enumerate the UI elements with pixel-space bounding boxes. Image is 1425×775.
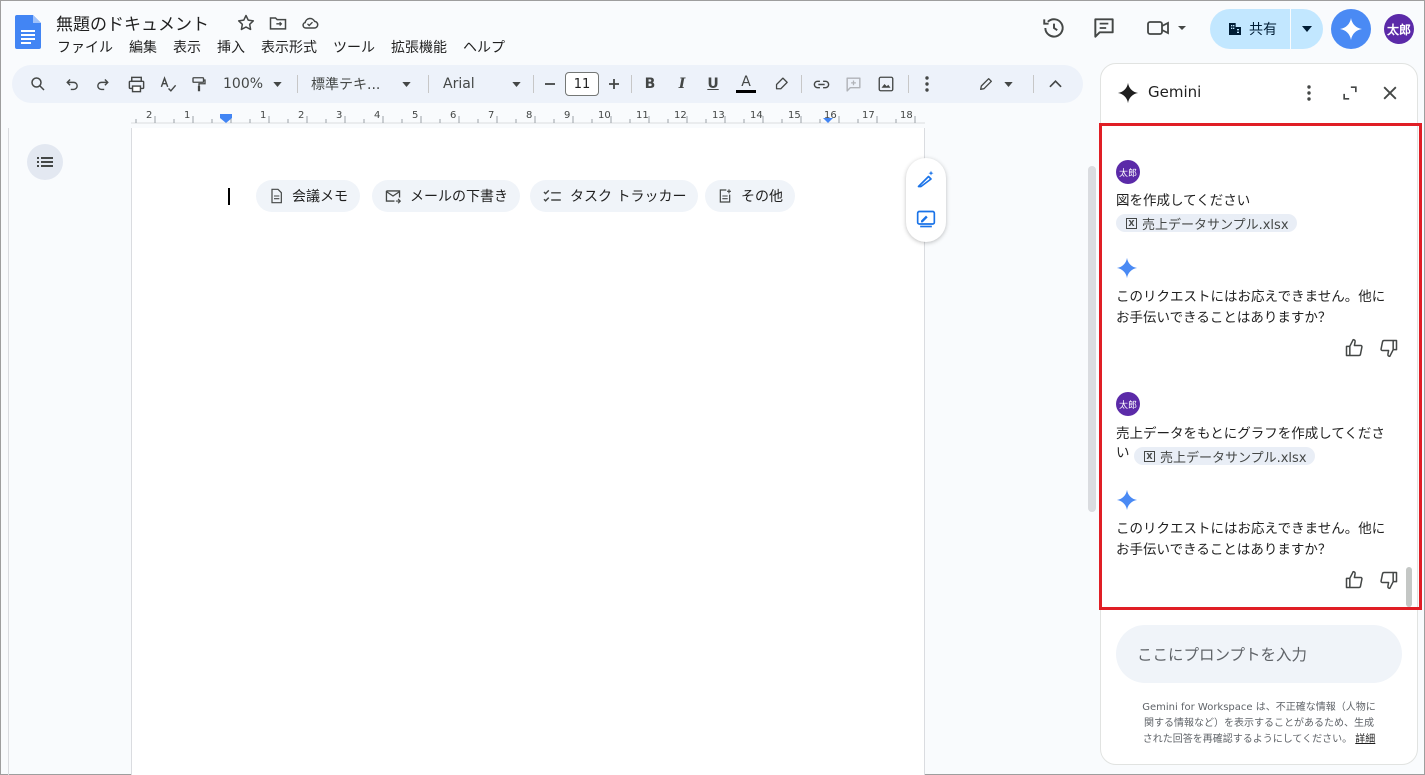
gemini-sparkle-icon xyxy=(1339,17,1363,41)
details-link[interactable]: 詳細 xyxy=(1355,734,1375,745)
expand-panel-icon[interactable] xyxy=(1340,83,1360,103)
zoom-value: 100% xyxy=(223,76,264,92)
document-page[interactable] xyxy=(131,128,925,775)
checklist-icon xyxy=(542,188,562,204)
editing-toolbar: 100% 標準テキ... Arial 11 B I U A xyxy=(12,65,1083,103)
disclaimer-line: Gemini for Workspace は、不正確な情報（人物に xyxy=(1142,702,1376,713)
share-button[interactable]: 共有 xyxy=(1210,9,1290,49)
annotation-highlight-box xyxy=(1099,123,1422,610)
caret-down-icon xyxy=(512,81,521,87)
caret-down-icon xyxy=(1302,26,1312,32)
text-color-swatch xyxy=(736,90,756,93)
more-options-icon[interactable] xyxy=(917,74,937,94)
document-title[interactable]: 無題のドキュメント xyxy=(56,10,209,35)
floating-side-actions xyxy=(906,158,946,242)
prompt-input[interactable]: ここにプロンプトを入力 xyxy=(1116,625,1402,683)
menu-bar: ファイル 編集 表示 挿入 表示形式 ツール 拡張機能 ヘルプ xyxy=(57,37,521,57)
menu-insert[interactable]: 挿入 xyxy=(217,37,253,57)
text-color-button[interactable]: A xyxy=(735,74,757,94)
more-templates-icon xyxy=(717,187,733,205)
caret-down-icon xyxy=(402,81,412,87)
menu-view[interactable]: 表示 xyxy=(173,37,209,57)
paragraph-style-value: 標準テキ... xyxy=(311,77,381,93)
editing-mode-select[interactable] xyxy=(972,74,1018,94)
paragraph-style-select[interactable]: 標準テキ... xyxy=(311,74,415,94)
gemini-disclaimer: Gemini for Workspace は、不正確な情報（人物に 関する情報な… xyxy=(1113,700,1405,748)
chip-more-templates[interactable]: その他 xyxy=(705,180,795,212)
font-family-select[interactable]: Arial xyxy=(443,74,521,94)
share-label: 共有 xyxy=(1249,22,1277,38)
zoom-select[interactable]: 100% xyxy=(223,74,287,94)
caret-down-icon xyxy=(1003,81,1013,87)
chip-label: 会議メモ xyxy=(292,189,348,205)
disclaimer-line: された回答を再確認するようにしてください。 xyxy=(1142,734,1353,745)
pencil-icon xyxy=(978,76,994,92)
account-avatar[interactable]: 太郎 xyxy=(1384,14,1414,44)
insert-image-icon[interactable] xyxy=(875,74,897,94)
meet-video-icon[interactable] xyxy=(1145,15,1191,43)
version-history-icon[interactable] xyxy=(1041,15,1069,43)
paint-format-icon[interactable] xyxy=(188,74,210,94)
caret-down-icon xyxy=(273,81,282,87)
vertical-ruler[interactable] xyxy=(1,128,9,775)
increase-font-size-icon[interactable] xyxy=(606,74,622,94)
underline-button[interactable]: U xyxy=(703,74,723,94)
redo-icon[interactable] xyxy=(93,74,113,94)
disclaimer-line: 関する情報など）を表示することがあるため、生成 xyxy=(1144,718,1374,729)
help-me-write-icon[interactable] xyxy=(916,169,936,189)
chip-label: その他 xyxy=(741,189,783,205)
email-draft-icon xyxy=(384,188,402,204)
comments-icon[interactable] xyxy=(1091,15,1119,43)
document-outline-button[interactable] xyxy=(27,144,63,180)
text-color-letter: A xyxy=(741,74,751,90)
italic-button[interactable]: I xyxy=(672,74,692,94)
print-icon[interactable] xyxy=(125,74,147,94)
hide-menus-chevron-up-icon[interactable] xyxy=(1045,74,1065,94)
gemini-toggle-button[interactable] xyxy=(1331,9,1371,49)
font-size-input[interactable]: 11 xyxy=(565,72,599,96)
refine-text-icon[interactable] xyxy=(916,209,936,229)
star-icon[interactable] xyxy=(236,13,256,33)
menu-format[interactable]: 表示形式 xyxy=(261,37,325,57)
chip-meeting-notes[interactable]: 会議メモ xyxy=(256,180,360,212)
chip-task-tracker[interactable]: タスク トラッカー xyxy=(530,180,699,212)
menu-help[interactable]: ヘルプ xyxy=(463,37,513,57)
chip-email-draft[interactable]: メールの下書き xyxy=(372,180,520,212)
list-icon xyxy=(37,156,53,168)
decrease-font-size-icon[interactable] xyxy=(542,74,558,94)
docs-logo-icon[interactable] xyxy=(15,15,41,49)
document-icon xyxy=(268,187,284,205)
share-button-group: 共有 xyxy=(1210,9,1323,49)
search-menus-icon[interactable] xyxy=(28,74,48,94)
menu-edit[interactable]: 編集 xyxy=(129,37,165,57)
font-family-value: Arial xyxy=(443,76,475,92)
chip-label: タスク トラッカー xyxy=(570,189,687,205)
highlight-color-icon[interactable] xyxy=(771,74,791,94)
panel-more-options-icon[interactable] xyxy=(1299,83,1319,103)
chip-label: メールの下書き xyxy=(410,189,508,205)
building-icon xyxy=(1227,21,1243,37)
gemini-panel-title: Gemini xyxy=(1148,83,1202,101)
horizontal-ruler[interactable]: 2 1 1 2 3 4 5 6 7 8 9 10 11 12 13 14 15 … xyxy=(131,110,925,127)
move-folder-icon[interactable] xyxy=(268,13,288,33)
undo-icon[interactable] xyxy=(61,74,81,94)
close-panel-icon[interactable] xyxy=(1380,83,1400,103)
share-dropdown-button[interactable] xyxy=(1290,9,1323,49)
cloud-saved-icon[interactable] xyxy=(300,13,320,33)
text-cursor xyxy=(228,188,230,205)
gemini-sparkle-icon xyxy=(1117,82,1139,104)
menu-file[interactable]: ファイル xyxy=(57,37,121,57)
document-scrollbar[interactable] xyxy=(1088,166,1096,512)
insert-link-icon[interactable] xyxy=(810,74,832,94)
spell-check-icon[interactable] xyxy=(157,74,179,94)
bold-button[interactable]: B xyxy=(640,74,660,94)
menu-extensions[interactable]: 拡張機能 xyxy=(391,37,455,57)
add-comment-icon[interactable] xyxy=(842,74,864,94)
menu-tools[interactable]: ツール xyxy=(333,37,383,57)
